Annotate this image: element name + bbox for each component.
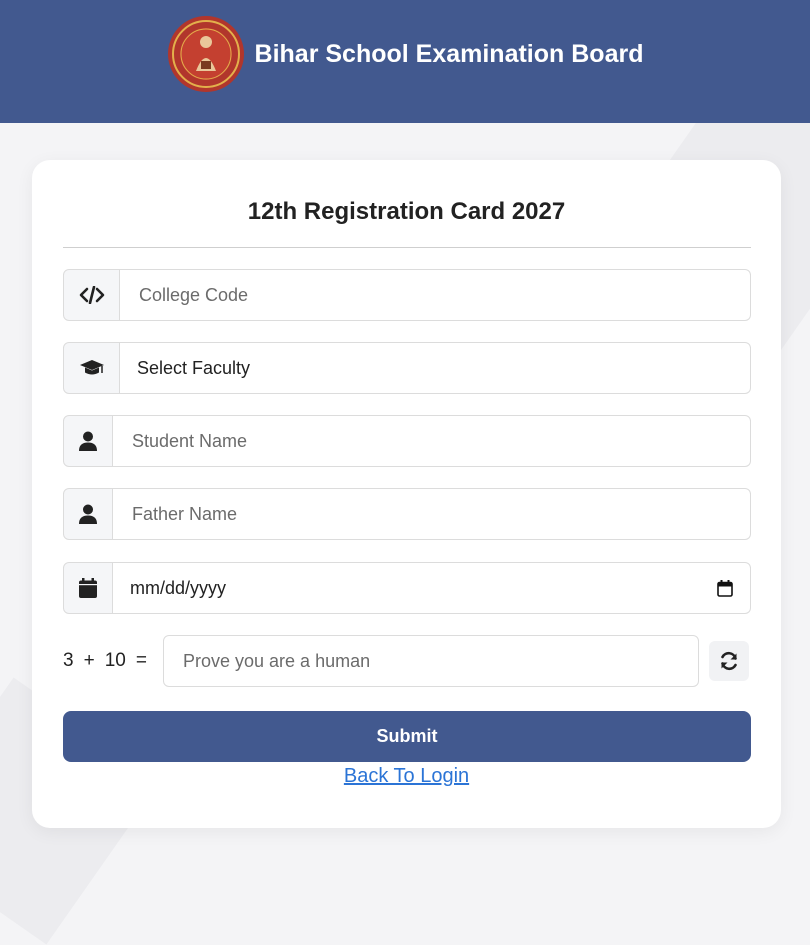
registration-card: 12th Registration Card 2027 Select Facul…	[32, 160, 781, 828]
faculty-select-value: Select Faculty	[137, 357, 251, 378]
refresh-captcha-button[interactable]	[709, 641, 749, 681]
submit-button[interactable]: Submit	[63, 711, 751, 762]
father-name-input[interactable]	[130, 502, 733, 526]
captcha-input[interactable]	[181, 649, 681, 673]
site-header: Bihar School Examination Board	[0, 0, 810, 123]
calendar-icon	[63, 562, 113, 614]
captcha-equals: =	[135, 650, 147, 671]
college-code-field[interactable]	[120, 269, 751, 321]
captcha-operand-b: 10	[104, 650, 126, 671]
dob-placeholder: mm/dd/yyyy	[130, 577, 227, 598]
captcha-operator: +	[83, 650, 95, 671]
captcha-operand-a: 3	[63, 650, 74, 671]
student-name-field[interactable]	[113, 415, 751, 467]
father-name-field[interactable]	[113, 488, 751, 540]
site-title: Bihar School Examination Board	[254, 39, 644, 68]
graduation-cap-icon	[63, 342, 120, 394]
captcha-group: 3 + 10 =	[63, 635, 751, 687]
user-icon	[63, 415, 113, 467]
faculty-select[interactable]: Select Faculty	[120, 342, 751, 394]
calendar-picker-icon[interactable]	[717, 579, 733, 597]
college-code-group	[63, 269, 751, 321]
user-icon	[63, 488, 113, 540]
college-code-input[interactable]	[137, 283, 733, 307]
dob-group: mm/dd/yyyy	[63, 562, 751, 614]
page-title: 12th Registration Card 2027	[247, 198, 566, 225]
header-brand: Bihar School Examination Board	[167, 15, 644, 93]
refresh-icon	[719, 651, 739, 671]
captcha-equation: 3 + 10 =	[63, 650, 163, 672]
captcha-field[interactable]	[163, 635, 699, 687]
father-name-group	[63, 488, 751, 540]
dob-field[interactable]: mm/dd/yyyy	[113, 562, 751, 614]
student-name-group	[63, 415, 751, 467]
student-name-input[interactable]	[130, 429, 733, 453]
divider	[63, 247, 751, 248]
faculty-group: Select Faculty	[63, 342, 751, 394]
code-icon	[63, 269, 120, 321]
bseb-seal-logo	[167, 15, 245, 93]
back-to-login-link[interactable]: Back To Login	[32, 765, 781, 788]
